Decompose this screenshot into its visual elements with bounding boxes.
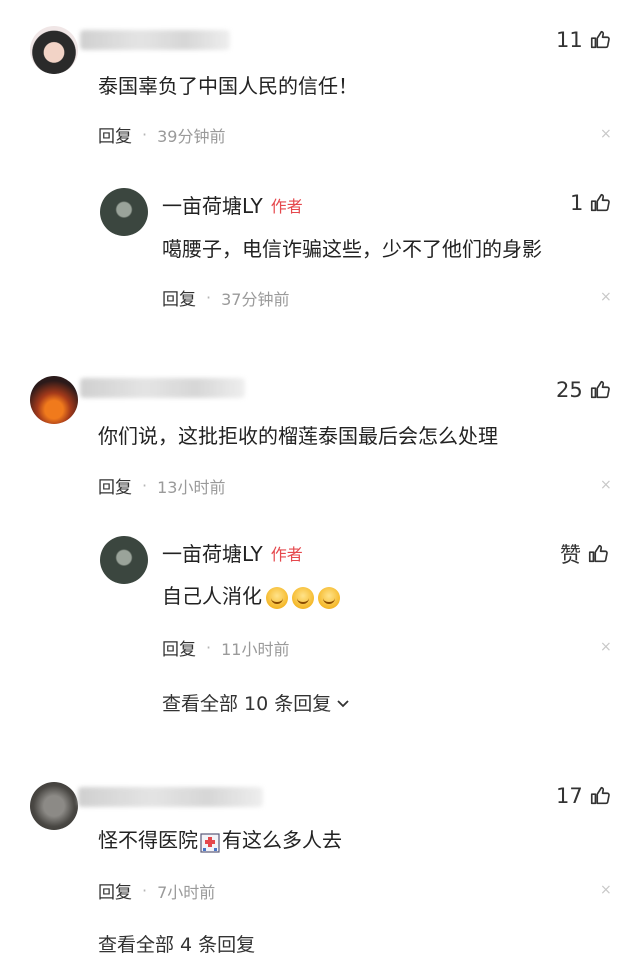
smile-emoji bbox=[292, 586, 314, 609]
like-count: 25 bbox=[556, 378, 583, 402]
thumbs-up-icon bbox=[589, 785, 611, 807]
comment-text-after: 有这么多人去 bbox=[222, 828, 342, 852]
comment-text: 你们说，这批拒收的榴莲泰国最后会怎么处理 bbox=[98, 424, 498, 448]
username-blurred[interactable] bbox=[80, 30, 230, 50]
comment-text: 怪不得医院 有这么多人去 bbox=[98, 826, 342, 854]
author-name[interactable]: 一亩荷塘LY bbox=[162, 538, 263, 567]
author-avatar[interactable] bbox=[100, 536, 148, 584]
like-button[interactable]: 赞 bbox=[560, 539, 609, 569]
smile-emoji bbox=[266, 586, 288, 609]
reply-button[interactable]: 回复 bbox=[162, 635, 196, 660]
like-button[interactable]: 1 bbox=[570, 191, 611, 215]
reply-button[interactable]: 回复 bbox=[98, 878, 132, 903]
thumbs-up-icon bbox=[589, 29, 611, 51]
comment-text: 泰国辜负了中国人民的信任！ bbox=[98, 74, 358, 98]
like-label: 赞 bbox=[560, 543, 581, 567]
reply-button[interactable]: 回复 bbox=[98, 473, 132, 498]
separator-dot: · bbox=[206, 638, 212, 657]
like-count: 1 bbox=[570, 191, 584, 215]
reply-author: 一亩荷塘LY 作者 bbox=[162, 538, 303, 567]
author-badge: 作者 bbox=[270, 196, 303, 216]
like-button[interactable]: 11 bbox=[556, 28, 611, 52]
avatar[interactable] bbox=[30, 26, 78, 74]
separator-dot: · bbox=[142, 125, 148, 144]
timestamp: 7小时前 bbox=[157, 882, 216, 902]
close-icon[interactable]: × bbox=[600, 639, 612, 655]
like-count: 11 bbox=[556, 28, 583, 52]
reply-text: 自己人消化 bbox=[162, 582, 340, 610]
reply-button[interactable]: 回复 bbox=[98, 122, 132, 147]
thumbs-up-icon bbox=[587, 543, 609, 565]
username-blurred[interactable] bbox=[80, 378, 245, 398]
hospital-icon bbox=[200, 832, 220, 853]
view-all-replies-label: 查看全部 10 条回复 bbox=[162, 693, 332, 715]
avatar[interactable] bbox=[30, 782, 78, 830]
author-badge: 作者 bbox=[270, 544, 303, 564]
author-avatar[interactable] bbox=[100, 188, 148, 236]
separator-dot: · bbox=[206, 288, 212, 307]
like-button[interactable]: 25 bbox=[556, 378, 611, 402]
comment-meta: 回复 · 13小时前 bbox=[98, 473, 225, 498]
timestamp: 39分钟前 bbox=[157, 126, 226, 146]
separator-dot: · bbox=[142, 881, 148, 900]
close-icon[interactable]: × bbox=[600, 882, 612, 898]
separator-dot: · bbox=[142, 476, 148, 495]
avatar[interactable] bbox=[30, 376, 78, 424]
timestamp: 13小时前 bbox=[157, 477, 226, 497]
reply-button[interactable]: 回复 bbox=[162, 285, 196, 310]
author-name[interactable]: 一亩荷塘LY bbox=[162, 190, 263, 219]
comment-text-before: 怪不得医院 bbox=[98, 828, 198, 852]
close-icon[interactable]: × bbox=[600, 477, 612, 493]
chevron-down-icon bbox=[337, 699, 349, 707]
close-icon[interactable]: × bbox=[600, 289, 612, 305]
reply-text: 噶腰子，电信诈骗这些，少不了他们的身影 bbox=[162, 237, 542, 261]
reply-meta: 回复 · 37分钟前 bbox=[162, 285, 289, 310]
like-button[interactable]: 17 bbox=[556, 784, 611, 808]
timestamp: 37分钟前 bbox=[221, 289, 290, 309]
smile-emoji bbox=[318, 586, 340, 609]
thumbs-up-icon bbox=[589, 379, 611, 401]
comment-meta: 回复 · 7小时前 bbox=[98, 878, 215, 903]
reply-author: 一亩荷塘LY 作者 bbox=[162, 190, 303, 219]
view-all-replies-button[interactable]: 查看全部 10 条回复 bbox=[162, 689, 351, 716]
reply-text-content: 自己人消化 bbox=[162, 584, 262, 608]
thumbs-up-icon bbox=[589, 192, 611, 214]
reply-meta: 回复 · 11小时前 bbox=[162, 635, 289, 660]
like-count: 17 bbox=[556, 784, 583, 808]
close-icon[interactable]: × bbox=[600, 126, 612, 142]
comment-meta: 回复 · 39分钟前 bbox=[98, 122, 225, 147]
timestamp: 11小时前 bbox=[221, 639, 290, 659]
username-blurred[interactable] bbox=[78, 787, 263, 807]
